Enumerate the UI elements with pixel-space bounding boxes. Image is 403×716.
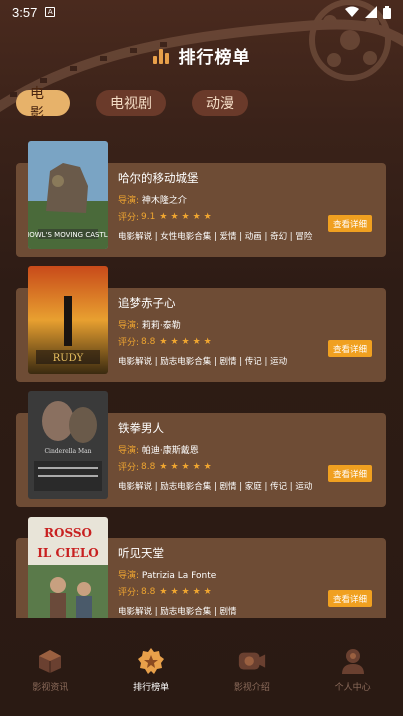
nav-ranking[interactable]: 排行榜单 (101, 634, 201, 716)
rating-label: 评分: (118, 588, 140, 598)
movie-tags: 电影解说 | 励志电影合集 | 剧情 | 传记 | 运动 (118, 357, 288, 367)
movie-title: 追梦赤子心 (118, 296, 176, 310)
tab-tv-series[interactable]: 电视剧 (96, 90, 166, 116)
status-time: 3:57 (12, 4, 38, 20)
star-rating-icon: ★★★★★ (159, 336, 215, 347)
director-name: Patrizia La Fonte (141, 571, 217, 581)
view-detail-button[interactable]: 查看详细 (328, 215, 372, 232)
director-label: 导演: (118, 196, 140, 206)
bar-chart-icon (152, 46, 171, 64)
movie-poster[interactable]: RUDY (28, 266, 108, 374)
director-name: 神木隆之介 (141, 196, 187, 206)
rating-value: 8.8 (141, 336, 156, 347)
page-header: 排行榜单 (0, 40, 403, 70)
nav-label: 影视资讯 (32, 683, 69, 693)
movie-rating: 评分: 8.8 ★★★★★ (118, 460, 215, 474)
nav-news[interactable]: 影视资讯 (0, 634, 100, 716)
movie-tags: 电影解说 | 励志电影合集 | 剧情 (118, 607, 237, 617)
director-name: 莉莉·泰勒 (141, 321, 181, 331)
movie-director: 导演: Patrizia La Fonte (118, 568, 216, 581)
notification-icon: A (45, 7, 56, 17)
director-name: 帕迪·康斯戴恩 (141, 446, 199, 456)
nav-label: 个人中心 (334, 683, 371, 693)
movie-title: 听见天堂 (118, 546, 164, 560)
rating-value: 8.8 (141, 586, 156, 597)
movie-title: 哈尔的移动城堡 (118, 171, 199, 185)
status-bar: 3:57 A (0, 0, 403, 24)
director-label: 导演: (118, 321, 140, 331)
movie-director: 导演: 帕迪·康斯戴恩 (118, 443, 199, 456)
nav-label: 影视介绍 (233, 683, 270, 693)
tab-movie[interactable]: 电影 (16, 86, 70, 122)
nav-intro[interactable]: 影视介绍 (202, 634, 302, 716)
svg-text:Cinderella Man: Cinderella Man (44, 448, 91, 455)
movie-tags: 电影解说 | 励志电影合集 | 剧情 | 家庭 | 传记 | 运动 (118, 482, 313, 492)
star-rating-icon: ★★★★★ (159, 211, 215, 222)
ranking-badge-icon (136, 646, 166, 676)
view-detail-button[interactable]: 查看详细 (328, 590, 372, 607)
movie-director: 导演: 神木隆之介 (118, 193, 187, 206)
svg-text:RUDY: RUDY (53, 353, 84, 364)
category-tabs: 电影 电视剧 动漫 (16, 86, 248, 122)
tab-anime[interactable]: 动漫 (192, 90, 248, 116)
star-rating-icon: ★★★★★ (159, 586, 215, 597)
svg-text:IL CIELO: IL CIELO (37, 546, 98, 560)
star-rating-icon: ★★★★★ (159, 461, 215, 472)
rating-label: 评分: (118, 213, 140, 223)
view-detail-button[interactable]: 查看详细 (328, 340, 372, 357)
movie-rating: 评分: 8.8 ★★★★★ (118, 585, 215, 599)
director-label: 导演: (118, 446, 140, 456)
signal-icon (365, 6, 377, 18)
view-detail-button[interactable]: 查看详细 (328, 465, 372, 482)
ranking-list[interactable]: 哈尔的移动城堡 导演: 神木隆之介 评分: 9.1 ★★★★★ 电影解说 | 女… (0, 140, 403, 618)
rating-label: 评分: (118, 463, 140, 473)
movie-title: 铁拳男人 (118, 421, 164, 435)
rating-label: 评分: (118, 338, 140, 348)
nav-profile[interactable]: 个人中心 (303, 634, 403, 716)
movie-poster[interactable]: HOWL'S MOVING CASTLE (28, 141, 108, 249)
film-camera-icon (237, 646, 267, 676)
bottom-navigation: 影视资讯 排行榜单 影视介绍 个人中心 (0, 634, 403, 716)
app-screen: 3:57 A 排行榜单 电影 电视剧 动漫 哈尔的移动城堡 导演: 神木隆之介 … (0, 0, 403, 716)
movie-rating: 评分: 9.1 ★★★★★ (118, 210, 215, 224)
user-icon (338, 646, 368, 676)
svg-text:ROSSO: ROSSO (44, 526, 92, 540)
svg-text:HOWL'S MOVING CASTLE: HOWL'S MOVING CASTLE (28, 231, 108, 239)
movie-poster[interactable]: Cinderella Man (28, 391, 108, 499)
rating-value: 8.8 (141, 461, 156, 472)
movie-tags: 电影解说 | 女性电影合集 | 爱情 | 动画 | 奇幻 | 冒险 (118, 232, 313, 242)
movie-poster[interactable]: ROSSO IL CIELO (28, 517, 108, 618)
wifi-icon (345, 6, 359, 17)
nav-label: 排行榜单 (133, 683, 170, 693)
rating-value: 9.1 (141, 211, 156, 222)
movie-rating: 评分: 8.8 ★★★★★ (118, 335, 215, 349)
movie-director: 导演: 莉莉·泰勒 (118, 318, 181, 331)
page-title: 排行榜单 (178, 47, 251, 68)
battery-icon (383, 5, 391, 19)
box-icon (35, 646, 65, 676)
director-label: 导演: (118, 571, 140, 581)
